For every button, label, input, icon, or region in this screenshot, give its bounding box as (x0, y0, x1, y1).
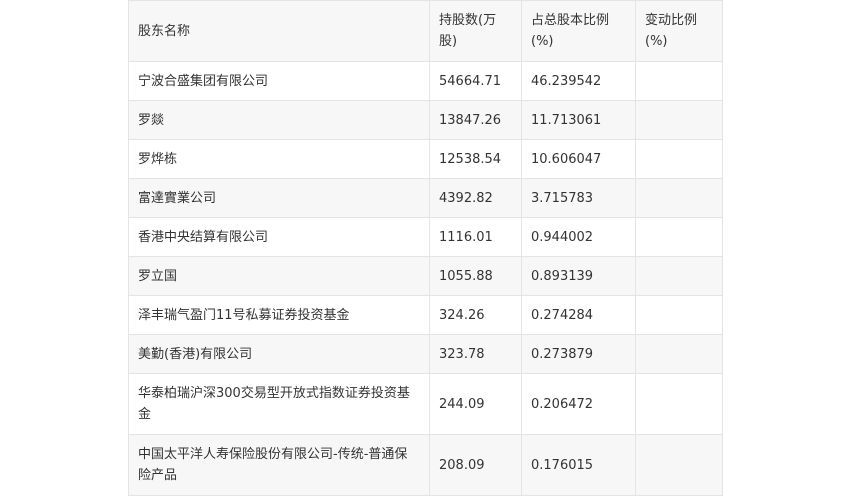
table-row: 富達實業公司 4392.82 3.715783 (128, 178, 723, 218)
header-share-ratio: 占总股本比例(%) (521, 0, 636, 62)
cell-shares-held: 1116.01 (429, 217, 522, 257)
cell-shareholder-name: 泽丰瑞气盈门11号私募证券投资基金 (128, 295, 430, 335)
cell-change-ratio (635, 373, 723, 435)
cell-shareholder-name: 华泰柏瑞沪深300交易型开放式指数证券投资基金 (128, 373, 430, 435)
cell-share-ratio: 46.239542 (521, 61, 636, 101)
table-row: 宁波合盛集团有限公司 54664.71 46.239542 (128, 61, 723, 101)
cell-share-ratio: 0.206472 (521, 373, 636, 435)
cell-shareholder-name: 宁波合盛集团有限公司 (128, 61, 430, 101)
cell-shares-held: 12538.54 (429, 139, 522, 179)
cell-change-ratio (635, 334, 723, 374)
cell-share-ratio: 0.893139 (521, 256, 636, 296)
shareholder-table: 股东名称 持股数(万股) 占总股本比例(%) 变动比例(%) 宁波合盛集团有限公… (128, 0, 723, 496)
cell-shares-held: 4392.82 (429, 178, 522, 218)
cell-change-ratio (635, 295, 723, 335)
cell-change-ratio (635, 61, 723, 101)
cell-shareholder-name: 罗燚 (128, 100, 430, 140)
cell-change-ratio (635, 256, 723, 296)
cell-share-ratio: 0.274284 (521, 295, 636, 335)
table-row: 罗立国 1055.88 0.893139 (128, 256, 723, 296)
cell-shares-held: 244.09 (429, 373, 522, 435)
cell-shares-held: 323.78 (429, 334, 522, 374)
cell-change-ratio (635, 434, 723, 496)
cell-shares-held: 1055.88 (429, 256, 522, 296)
cell-shares-held: 324.26 (429, 295, 522, 335)
table-row: 罗烨栋 12538.54 10.606047 (128, 139, 723, 179)
table-row: 泽丰瑞气盈门11号私募证券投资基金 324.26 0.274284 (128, 295, 723, 335)
cell-shareholder-name: 香港中央结算有限公司 (128, 217, 430, 257)
table-row: 罗燚 13847.26 11.713061 (128, 100, 723, 140)
cell-shareholder-name: 美勤(香港)有限公司 (128, 334, 430, 374)
table-row: 中国太平洋人寿保险股份有限公司-传统-普通保险产品 208.09 0.17601… (128, 434, 723, 496)
cell-change-ratio (635, 100, 723, 140)
header-change-ratio: 变动比例(%) (635, 0, 723, 62)
cell-share-ratio: 0.944002 (521, 217, 636, 257)
cell-share-ratio: 3.715783 (521, 178, 636, 218)
cell-shares-held: 13847.26 (429, 100, 522, 140)
table-row: 美勤(香港)有限公司 323.78 0.273879 (128, 334, 723, 374)
cell-shareholder-name: 罗立国 (128, 256, 430, 296)
cell-shares-held: 54664.71 (429, 61, 522, 101)
cell-shareholder-name: 富達實業公司 (128, 178, 430, 218)
cell-change-ratio (635, 217, 723, 257)
cell-change-ratio (635, 178, 723, 218)
cell-shareholder-name: 中国太平洋人寿保险股份有限公司-传统-普通保险产品 (128, 434, 430, 496)
table-header-row: 股东名称 持股数(万股) 占总股本比例(%) 变动比例(%) (128, 0, 723, 62)
cell-change-ratio (635, 139, 723, 179)
table-row: 华泰柏瑞沪深300交易型开放式指数证券投资基金 244.09 0.206472 (128, 373, 723, 435)
cell-share-ratio: 0.176015 (521, 434, 636, 496)
cell-share-ratio: 10.606047 (521, 139, 636, 179)
cell-share-ratio: 11.713061 (521, 100, 636, 140)
cell-shares-held: 208.09 (429, 434, 522, 496)
header-shareholder-name: 股东名称 (128, 0, 430, 62)
table-row: 香港中央结算有限公司 1116.01 0.944002 (128, 217, 723, 257)
header-shares-held: 持股数(万股) (429, 0, 522, 62)
cell-share-ratio: 0.273879 (521, 334, 636, 374)
shareholder-table-container: 股东名称 持股数(万股) 占总股本比例(%) 变动比例(%) 宁波合盛集团有限公… (128, 0, 723, 496)
cell-shareholder-name: 罗烨栋 (128, 139, 430, 179)
